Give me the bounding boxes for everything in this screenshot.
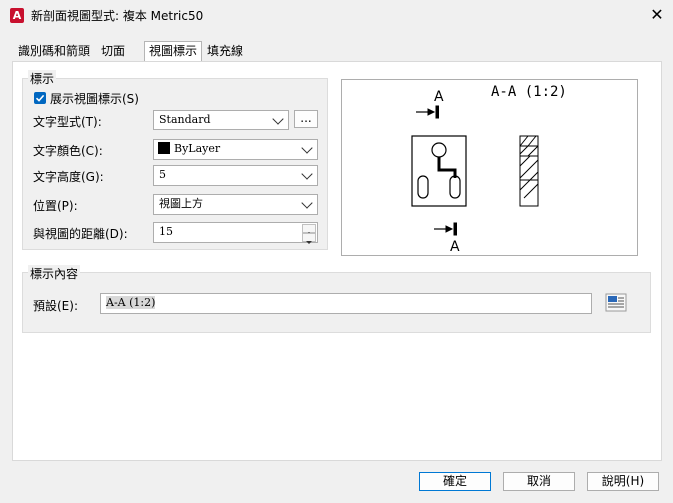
- help-button[interactable]: 說明(H): [587, 472, 659, 491]
- checkmark-icon: [35, 94, 45, 102]
- text-height-label: 文字高度(G):: [33, 170, 104, 184]
- text-style-label: 文字型式(T):: [33, 115, 102, 129]
- arrow-bottom-icon: [434, 222, 457, 236]
- preview-label-top: A: [434, 89, 444, 105]
- label-contents-title: 標示內容: [28, 265, 81, 282]
- location-label: 位置(P):: [33, 199, 78, 213]
- distance-spinner[interactable]: 15: [153, 222, 318, 244]
- show-label-text: 展示視圖標示(S): [50, 92, 139, 106]
- window-title: 新剖面視圖型式: 複本 Metric50: [31, 9, 204, 23]
- default-contents-field[interactable]: A-A (1:2): [100, 293, 592, 314]
- tab-hatch[interactable]: 填充線: [203, 42, 247, 61]
- field-editor-button[interactable]: [605, 293, 627, 313]
- preview-pane: A A-A (1:2) A: [341, 79, 638, 256]
- text-height-select[interactable]: 5: [153, 165, 318, 186]
- ok-button[interactable]: 確定: [419, 472, 491, 491]
- color-swatch: [158, 142, 170, 154]
- chevron-down-icon: [301, 168, 313, 180]
- preview-title: A-A (1:2): [491, 84, 567, 100]
- text-color-label: 文字顏色(C):: [33, 144, 103, 158]
- location-select[interactable]: 視圖上方: [153, 194, 318, 215]
- text-color-select[interactable]: ByLayer: [153, 139, 318, 160]
- section-hatch-drawing: [519, 135, 539, 207]
- label-group-title: 標示: [28, 70, 57, 87]
- show-label-checkbox[interactable]: [34, 92, 46, 104]
- caret-down-icon: [306, 241, 312, 244]
- section-view-preview: A A-A (1:2) A: [411, 84, 567, 255]
- close-icon[interactable]: ✕: [646, 4, 668, 26]
- tab-id-arrows[interactable]: 識別碼和箭頭: [14, 42, 94, 61]
- text-style-browse-button[interactable]: ...: [294, 110, 318, 128]
- chevron-down-icon: [301, 197, 313, 209]
- tab-cut-plane[interactable]: 切面: [97, 42, 129, 61]
- text-style-value: Standard: [159, 113, 211, 126]
- chevron-down-icon: [272, 113, 284, 125]
- preview-label-bottom: A: [450, 239, 460, 255]
- text-editor-icon: [605, 293, 627, 312]
- default-label: 預設(E):: [33, 299, 78, 313]
- location-value: 視圖上方: [159, 197, 203, 210]
- spin-down-button[interactable]: [302, 233, 316, 244]
- text-style-select[interactable]: Standard: [153, 110, 289, 130]
- cancel-button[interactable]: 取消: [503, 472, 575, 491]
- arrow-top-icon: [416, 105, 439, 119]
- chevron-down-icon: [301, 142, 313, 154]
- distance-label: 與視圖的距離(D):: [33, 227, 128, 241]
- distance-value: 15: [159, 225, 173, 238]
- tab-view-label[interactable]: 視圖標示: [144, 41, 203, 62]
- part-drawing: [411, 135, 467, 207]
- default-contents-value: A-A (1:2): [106, 296, 156, 309]
- autocad-app-icon: A: [10, 8, 24, 23]
- text-height-value: 5: [159, 168, 166, 181]
- text-color-value: ByLayer: [174, 142, 221, 155]
- spin-up-button[interactable]: [302, 224, 316, 235]
